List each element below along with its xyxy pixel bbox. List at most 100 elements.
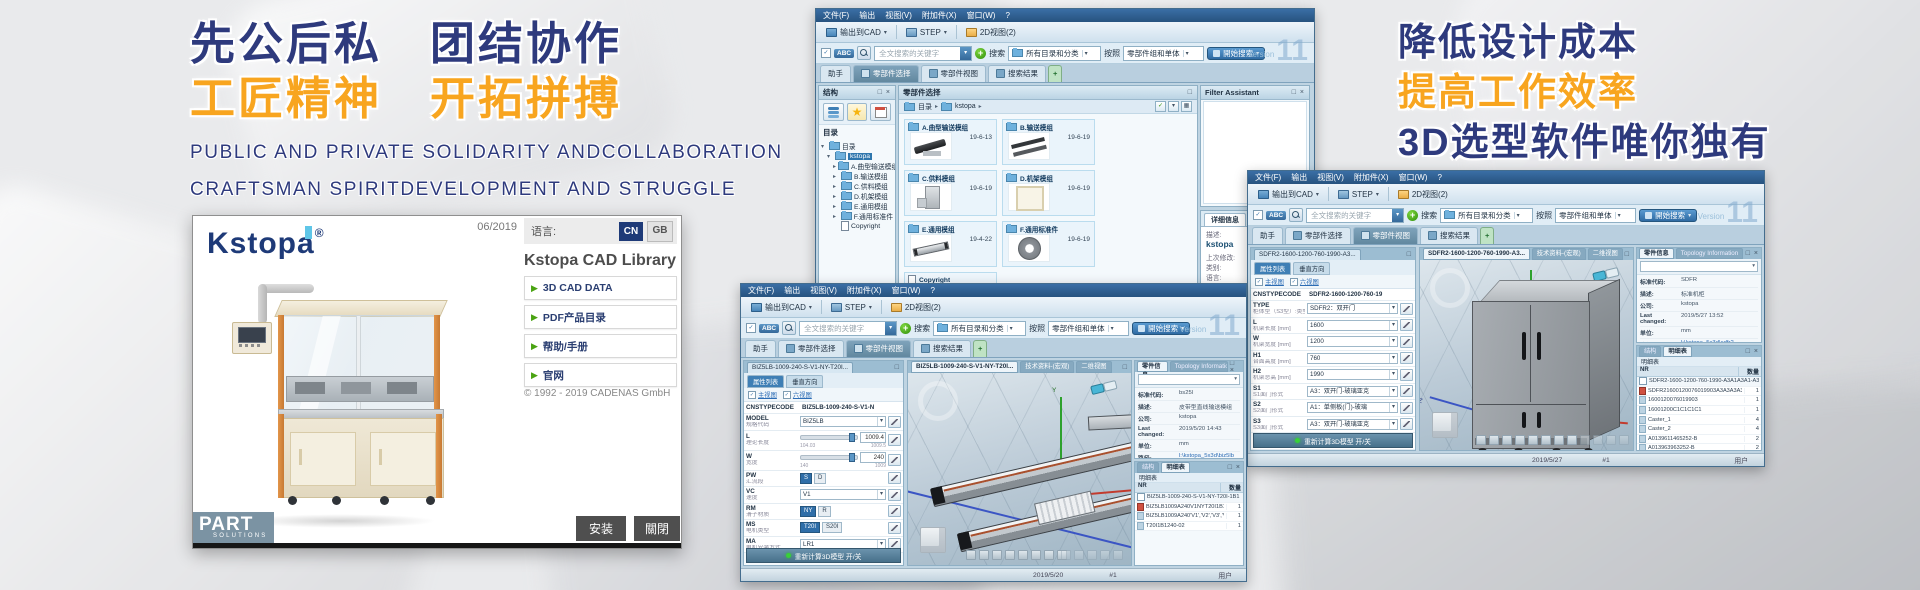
param-option[interactable]: S20I [822,522,842,533]
edit-button[interactable] [1400,402,1413,414]
bom-checkbox[interactable] [1137,493,1145,501]
panel-window-controls[interactable]: □ [1188,89,1193,96]
view-cube[interactable] [1432,412,1458,438]
menubar-item[interactable]: 视图(V) [810,285,837,296]
menubar-item[interactable]: 附加件(X) [847,285,882,296]
part-number-tab[interactable]: SDFR2-1600-1200-760-1990-A3... [1254,249,1361,260]
param-option[interactable]: T20I [800,522,820,533]
info-filter-select[interactable]: ▾ [1640,261,1758,272]
viewport-toolbar[interactable] [966,550,1067,560]
keyword-input[interactable]: 全文搜索的关键字▾ [1306,208,1404,223]
edit-button[interactable] [1400,303,1413,315]
structure-tab[interactable]: 结构 [1639,346,1661,357]
tree-item[interactable]: ▸E.通用模组 [821,201,893,211]
scope-select[interactable]: 所有目录和分类▾ [933,321,1026,336]
search-icon[interactable] [857,46,871,60]
tab-[interactable]: 零部件视图 [846,340,912,357]
param-option[interactable]: NY [800,506,816,517]
toolbar-button[interactable]: 2D视图(2) [886,300,946,315]
3d-viewport[interactable]: X Z [1420,260,1633,450]
menubar-item[interactable]: 附加件(X) [922,10,957,21]
view-cube[interactable] [920,527,946,553]
tab-[interactable]: 搜索结果 [1420,227,1478,244]
view-link[interactable]: 六视图 [1300,277,1319,286]
menubar-item[interactable]: 窗口(W) [892,285,921,296]
edit-button[interactable] [888,416,901,428]
installer-menu-item[interactable]: ▶3D CAD DATA [524,276,677,300]
part-card[interactable]: A.曲型输送模组19-6-13 [904,119,997,165]
panel-window-controls[interactable]: □ × [1228,464,1241,471]
structure-tab[interactable]: 结构 [1137,462,1159,473]
menubar-item[interactable]: ? [1005,11,1009,20]
menubar-item[interactable]: 附加件(X) [1354,172,1389,183]
breadcrumb-root[interactable]: 目录 [918,102,932,112]
add-search-icon[interactable]: + [1407,210,1418,221]
param-slider[interactable] [800,435,858,440]
menubar-item[interactable]: 文件(F) [748,285,774,296]
view-checkbox[interactable]: ✓ [783,391,791,399]
tree-item[interactable]: ▸D.机架模组 [821,191,893,201]
menubar-item[interactable]: 窗口(W) [1399,172,1428,183]
keyword-input[interactable]: 全文搜索的关键字▾ [799,321,897,336]
bom-row[interactable]: 16001200C1C1C1C11 [1637,406,1761,416]
viewport-techdata-tab[interactable]: 技术资料-(宏观) [1532,248,1586,260]
search-icon[interactable] [782,321,796,335]
param-option[interactable]: R [818,506,830,517]
close-button[interactable]: 關閉 [634,516,680,541]
history-button[interactable] [870,103,891,121]
tab-[interactable]: 搜索结果 [988,65,1046,82]
viewport-model-tab[interactable]: SDFR2-1600-1200-760-1990-A3... [1423,248,1530,260]
panel-window-controls[interactable]: □ [1123,364,1128,371]
param-select[interactable]: 1200▾ [1307,336,1398,347]
edit-button[interactable] [1400,336,1413,348]
abc-filter-button[interactable]: ABC [834,49,854,58]
tree-vendor[interactable]: ▾kstopa [821,151,893,161]
param-select[interactable]: A1：单侧板(门)-玻璃▾ [1307,402,1398,413]
tab-[interactable]: 助手 [1252,227,1283,244]
breadcrumb-vendor[interactable]: kstopa [955,103,976,110]
panel-window-controls[interactable]: □ × [1746,250,1759,257]
panel-window-controls[interactable]: □ × [1292,89,1305,96]
tree-copyright-item[interactable]: Copyright [821,221,893,231]
grid-view-button[interactable]: ▦ [1181,101,1192,112]
param-option[interactable]: D [814,473,826,484]
part-card[interactable]: B.输送模组19-6-19 [1002,119,1095,165]
edit-button[interactable] [888,434,901,446]
bom-row[interactable]: BIZ5LB1009A240V1NYT20I1B1S1 [1135,503,1243,513]
edit-button[interactable] [1400,319,1413,331]
menubar-item[interactable]: 输出 [784,285,800,296]
menubar-item[interactable]: ? [930,286,934,295]
param-select[interactable]: V1▾ [800,489,886,500]
subtab-active[interactable]: 属性列表 [1254,262,1291,275]
linear-actuator-model[interactable] [927,414,1131,565]
toolbar-button[interactable]: 输出到CAD▾ [746,300,817,315]
param-value-input[interactable]: 240 [860,452,886,463]
param-select[interactable]: 1990▾ [1307,369,1398,380]
bom-tab[interactable]: 明细表 [1161,462,1190,473]
menubar-item[interactable]: 视图(V) [1317,172,1344,183]
param-option[interactable]: S [800,473,812,484]
keyword-input[interactable]: 全文搜索的关键字▾ [874,46,972,61]
language-cn-button[interactable]: CN [619,222,643,241]
bom-row[interactable]: A013963963252-B2 [1637,444,1761,451]
bom-root-row[interactable]: BIZ5LB-1009-240-S-V1-NY-T20I-1B1 [1135,493,1243,503]
mode-select[interactable]: 零部件组和单体▾ [1555,208,1636,223]
edit-button[interactable] [888,472,901,484]
bom-row[interactable]: BIZ5LB1009A240'V1','V2','V3','V4','V5','… [1135,512,1243,522]
info-filter-select[interactable]: ▾ [1138,374,1240,385]
recompute-button[interactable]: 重新计算3D模型 开/关 [1253,433,1413,448]
part-card[interactable]: F.通用标准件19-6-19 [1002,221,1095,267]
path-link[interactable]: l:\kstopa_5x3d\biz5lb [1179,453,1240,459]
toolbar-button[interactable]: STEP▾ [901,26,952,39]
language-gb-button[interactable]: GB [647,221,673,242]
subtab-active[interactable]: 属性列表 [747,375,784,388]
param-select[interactable]: BIZ5LB▾ [800,416,886,427]
param-select[interactable]: 760▾ [1307,353,1398,364]
installer-menu-item[interactable]: ▶官网 [524,363,677,387]
tree-item[interactable]: ▸A.曲型输送模组 [821,161,893,171]
menubar-item[interactable]: 窗口(W) [967,10,996,21]
edit-button[interactable] [1400,352,1413,364]
part-number-tab[interactable]: BIZ5LB-1009-240-S-V1-NY-T20I... [747,362,853,373]
menubar-item[interactable]: ? [1437,173,1441,182]
abc-filter-button[interactable]: ABC [759,324,779,333]
